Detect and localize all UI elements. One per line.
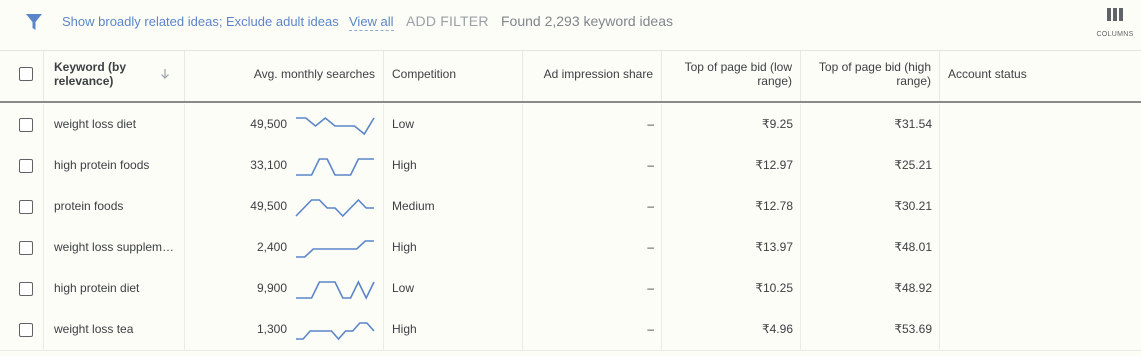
bid-low-value: ₹9.25 — [762, 117, 793, 131]
ad-impression-share: – — [647, 158, 654, 172]
row-checkbox[interactable] — [19, 200, 33, 214]
avg-monthly-searches: 1,300 — [256, 322, 287, 336]
search-trend-sparkline[interactable] — [295, 236, 375, 260]
competition-value: High — [392, 322, 417, 336]
broadly-related-filter-link[interactable]: Show broadly related ideas; — [62, 14, 222, 29]
sort-down-arrow-icon — [161, 69, 169, 79]
avg-monthly-searches: 49,500 — [250, 117, 287, 131]
ad-impression-share: – — [647, 240, 654, 254]
sparkline-trend-line — [295, 198, 374, 218]
sparkline-trend-line — [296, 158, 374, 176]
header-keyword[interactable]: Keyword (by relevance) — [44, 51, 185, 101]
sparkline-trend-line — [296, 240, 374, 258]
search-trend-sparkline[interactable] — [295, 154, 375, 178]
sparkline-trend-line — [296, 116, 375, 136]
avg-monthly-searches: 33,100 — [250, 158, 287, 172]
bid-low-value: ₹12.78 — [755, 199, 793, 213]
table-row[interactable]: weight loss diet 49,500 Low – ₹9.25 ₹31.54 — [0, 104, 1141, 146]
filter-icon[interactable] — [24, 12, 44, 32]
search-trend-sparkline[interactable] — [295, 277, 375, 301]
avg-monthly-searches: 2,400 — [256, 240, 287, 254]
competition-value: Low — [392, 117, 415, 131]
bid-low-value: ₹12.97 — [755, 158, 793, 172]
bid-high-value: ₹31.54 — [894, 117, 932, 131]
keyword-text[interactable]: protein foods — [54, 186, 179, 227]
ad-impression-share: – — [647, 199, 654, 213]
ad-impression-share: – — [647, 322, 654, 336]
keyword-text[interactable]: high protein diet — [54, 268, 179, 309]
competition-value: High — [392, 158, 417, 172]
bid-high-value: ₹48.01 — [894, 240, 932, 254]
avg-monthly-searches: 49,500 — [250, 199, 287, 213]
row-checkbox[interactable] — [19, 323, 33, 337]
header-competition[interactable]: Competition — [384, 51, 523, 101]
select-all-checkbox[interactable] — [19, 67, 33, 81]
bid-high-value: ₹53.69 — [894, 322, 932, 336]
table-row[interactable]: high protein foods 33,100 High – ₹12.97 ₹25.2… — [0, 145, 1141, 187]
competition-value: Medium — [392, 199, 435, 213]
filter-bar: Show broadly related ideas; Exclude adul… — [0, 0, 1141, 44]
ad-impression-share: – — [647, 117, 654, 131]
bid-high-value: ₹48.92 — [894, 281, 932, 295]
row-checkbox[interactable] — [19, 159, 33, 173]
columns-label: COLUMNS — [1096, 31, 1134, 38]
competition-value: High — [392, 240, 417, 254]
table-row[interactable]: protein foods 49,500 Medium – ₹12.78 ₹30.21 — [0, 186, 1141, 228]
competition-value: Low — [392, 281, 415, 295]
columns-button[interactable]: COLUMNS — [1093, 6, 1137, 42]
keyword-text[interactable]: weight loss supplem… — [54, 227, 179, 268]
table-row[interactable]: weight loss tea 1,300 High – ₹4.96 ₹53.69 — [0, 309, 1141, 351]
keyword-text[interactable]: high protein foods — [54, 145, 179, 186]
search-trend-sparkline[interactable] — [295, 195, 375, 219]
columns-icon — [1093, 8, 1137, 21]
row-checkbox[interactable] — [19, 241, 33, 255]
header-bid-low[interactable]: Top of page bid (low range) — [662, 51, 801, 101]
add-filter-button[interactable]: ADD FILTER — [406, 13, 489, 29]
header-avg-monthly-searches[interactable]: Avg. monthly searches — [185, 51, 384, 101]
table-row[interactable]: high protein diet 9,900 Low – ₹10.25 ₹48.92 — [0, 268, 1141, 310]
bid-high-value: ₹25.21 — [894, 158, 932, 172]
ad-impression-share: – — [647, 281, 654, 295]
bid-high-value: ₹30.21 — [894, 199, 932, 213]
results-count: Found 2,293 keyword ideas — [501, 13, 673, 29]
keyword-text[interactable]: weight loss diet — [54, 104, 179, 145]
row-checkbox[interactable] — [19, 118, 33, 132]
bid-low-value: ₹10.25 — [755, 281, 793, 295]
keyword-text[interactable]: weight loss tea — [54, 309, 179, 350]
header-bid-high[interactable]: Top of page bid (high range) — [801, 51, 940, 101]
avg-monthly-searches: 9,900 — [256, 281, 287, 295]
exclude-adult-filter-link[interactable]: Exclude adult ideas — [226, 14, 339, 29]
sparkline-trend-line — [296, 280, 375, 300]
sparkline-trend-line — [296, 322, 375, 341]
bid-low-value: ₹13.97 — [755, 240, 793, 254]
view-all-link[interactable]: View all — [349, 14, 394, 31]
header-account-status[interactable]: Account status — [940, 51, 1141, 101]
header-ad-impression-share[interactable]: Ad impression share — [523, 51, 662, 101]
table-header: Keyword (by relevance) Avg. monthly sear… — [0, 50, 1141, 103]
bid-low-value: ₹4.96 — [762, 322, 793, 336]
search-trend-sparkline[interactable] — [295, 318, 375, 342]
row-checkbox[interactable] — [19, 282, 33, 296]
table-row[interactable]: weight loss supplem… 2,400 High – ₹13.97 ₹48.… — [0, 227, 1141, 269]
search-trend-sparkline[interactable] — [295, 113, 375, 137]
